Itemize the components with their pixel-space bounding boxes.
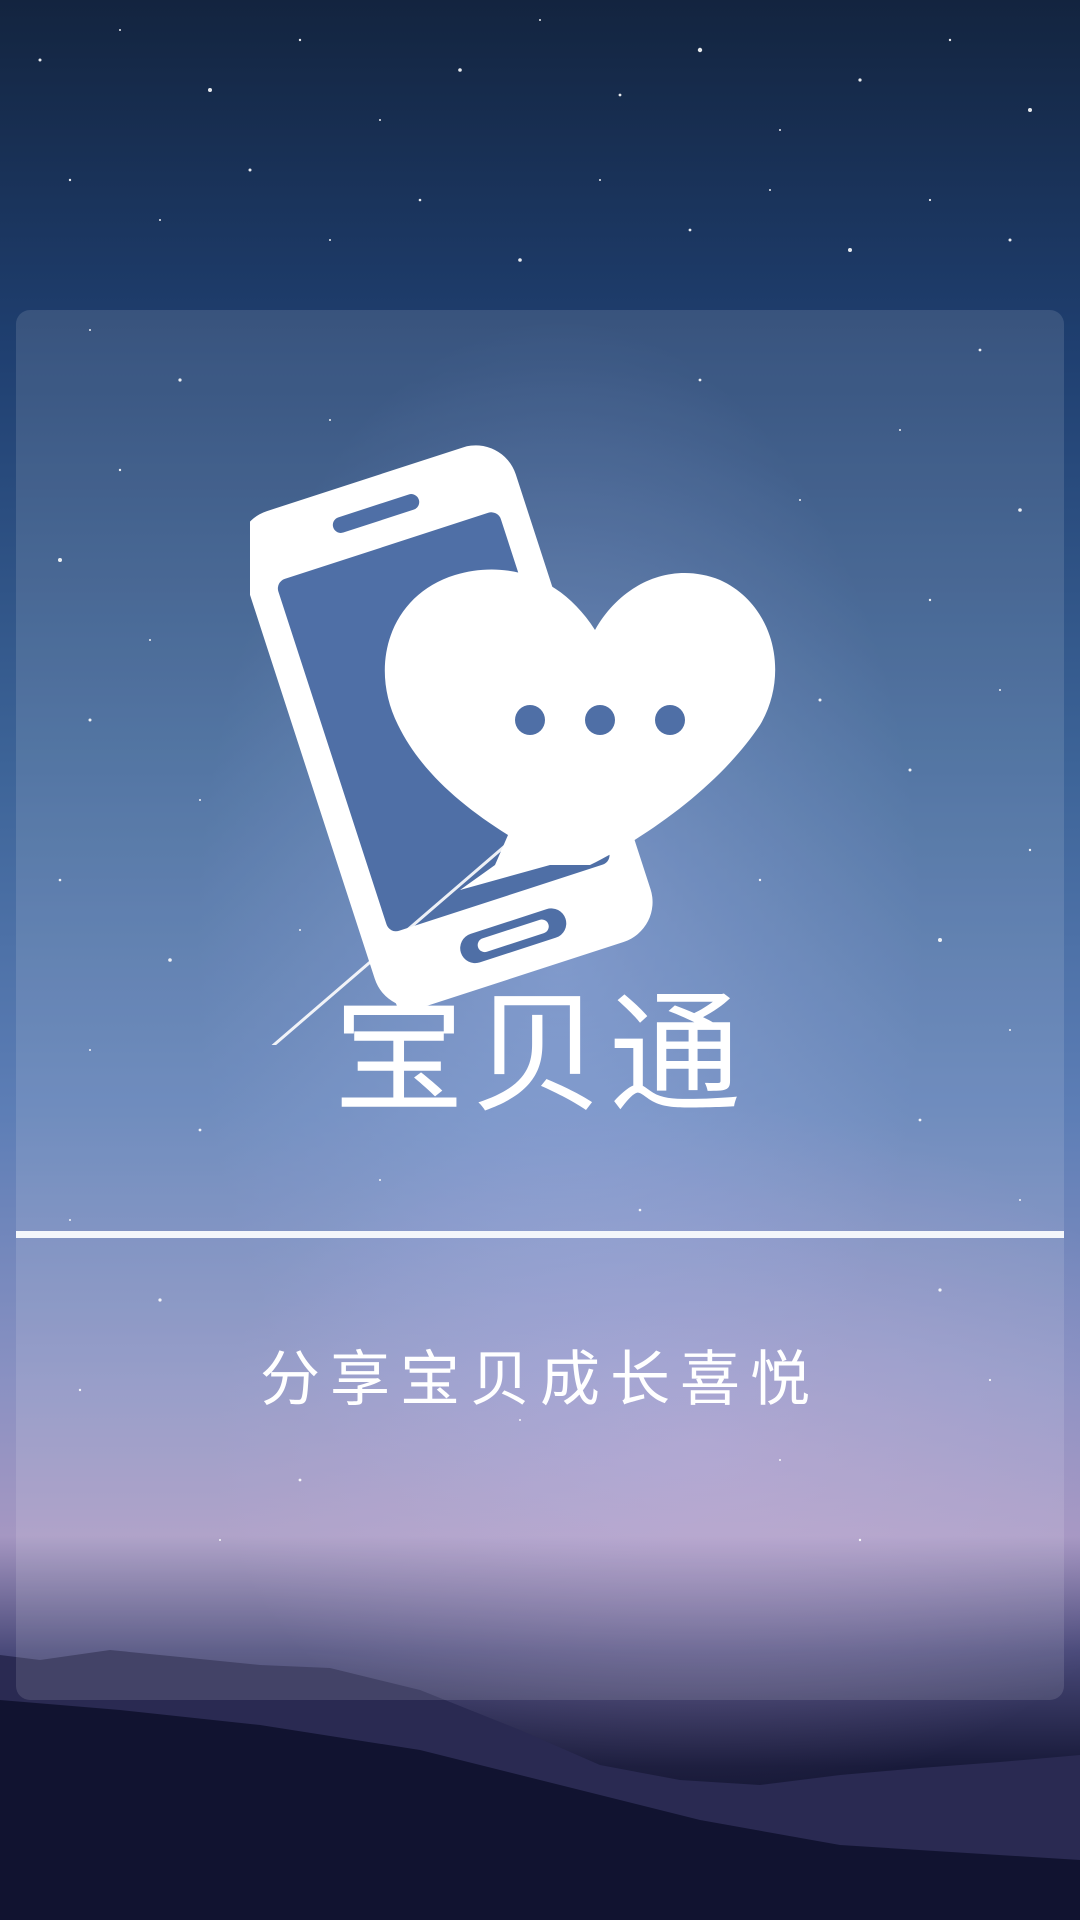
app-title: 宝贝通: [333, 978, 747, 1132]
splash-screen: 宝贝通 分享宝贝成长喜悦: [0, 0, 1080, 1920]
app-tagline: 分享宝贝成长喜悦: [260, 1345, 820, 1415]
divider-line: [16, 1231, 1064, 1238]
phone-heart-chat-icon: [250, 445, 776, 1045]
